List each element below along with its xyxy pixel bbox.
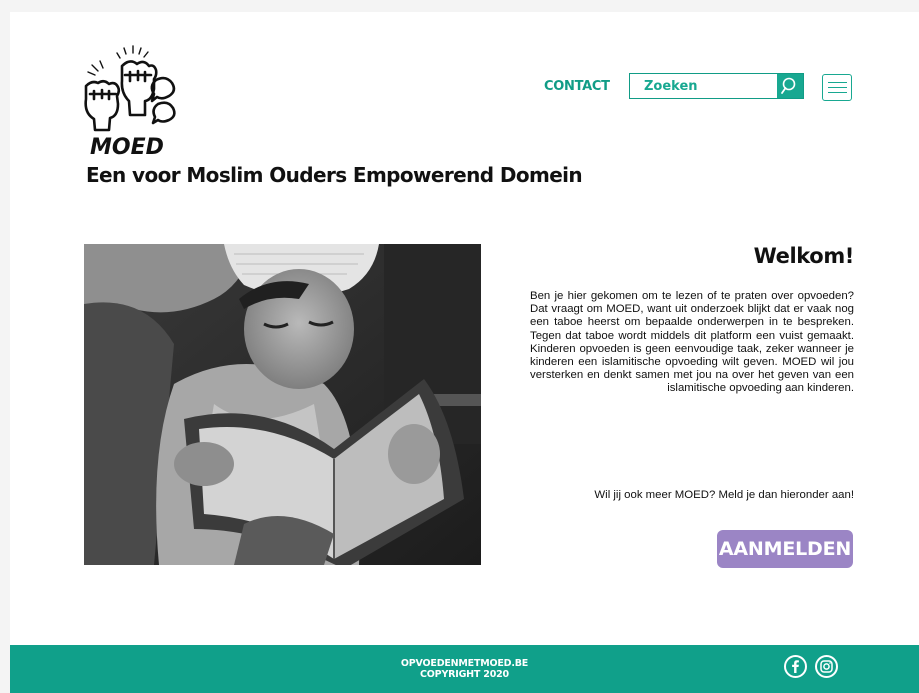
search-icon <box>781 77 796 94</box>
menu-line-icon <box>828 92 847 93</box>
contact-link[interactable]: CONTACT <box>544 79 610 94</box>
facebook-icon[interactable] <box>784 655 807 678</box>
intro-paragraph: Ben je hier gekomen om te lezen of te pr… <box>530 290 854 395</box>
search-input[interactable] <box>630 74 778 98</box>
tagline: Een voor Moslim Ouders Empowerend Domein <box>86 163 583 187</box>
menu-line-icon <box>828 87 847 88</box>
hero-photo <box>84 244 481 565</box>
welcome-heading: Welkom! <box>753 244 855 268</box>
menu-line-icon <box>828 82 847 83</box>
logo-wordmark: MOED <box>90 135 164 160</box>
footer-site-link[interactable]: OPVOEDENMETMOED.BE <box>10 658 919 669</box>
footer: OPVOEDENMETMOED.BE COPYRIGHT 2020 <box>10 645 919 693</box>
moed-logo[interactable]: MOED <box>78 44 188 162</box>
search-box <box>629 73 804 99</box>
search-button[interactable] <box>777 74 803 98</box>
hamburger-menu-button[interactable] <box>822 74 852 101</box>
signup-button[interactable]: AANMELDEN <box>717 530 853 568</box>
footer-copyright: COPYRIGHT 2020 <box>420 669 509 680</box>
instagram-icon[interactable] <box>815 655 838 678</box>
signup-prompt: Wil jij ook meer MOED? Meld je dan hiero… <box>594 489 854 501</box>
